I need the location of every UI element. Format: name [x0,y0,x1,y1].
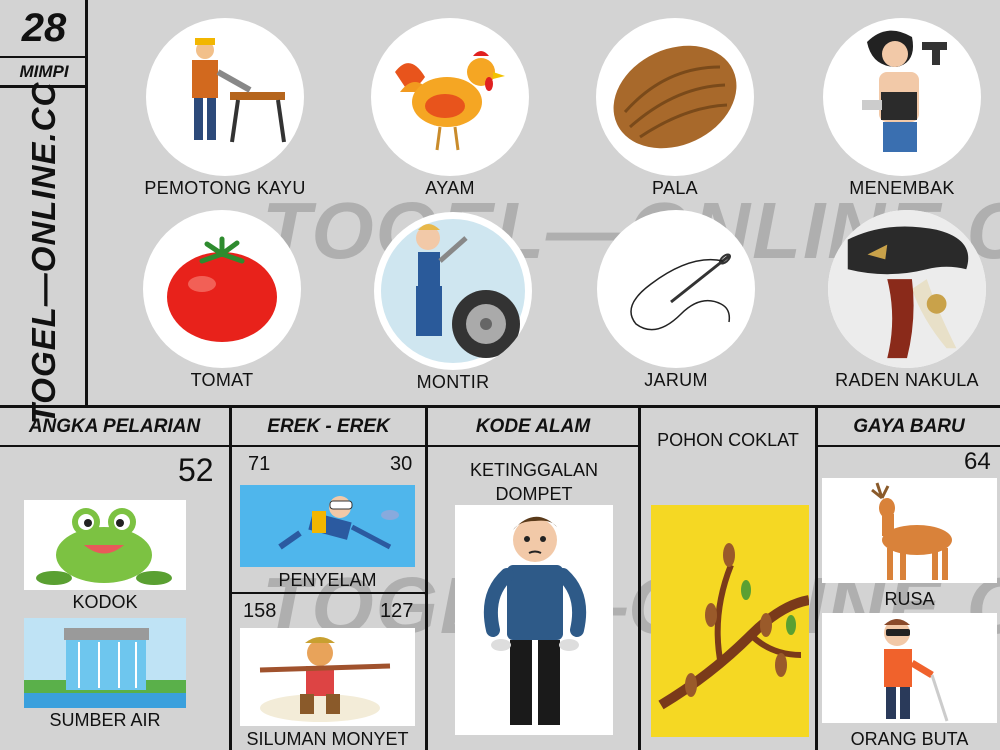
header-underline [232,445,425,447]
erek-erek-header: EREK - EREK [267,415,390,437]
divider-3 [638,408,641,750]
woodcutter-icon [146,18,304,176]
deer-icon [822,478,997,583]
header-underline [818,445,1000,447]
site-name-vertical: TOGEL—ONLINE.CC [25,81,62,425]
angka-pelarian-number: 52 [178,452,214,488]
dream-label: AYAM [425,178,475,198]
dream-item-menembak: MENEMBAK [792,18,1000,199]
empty-pockets-icon [455,505,613,735]
divider-2 [425,408,428,750]
dam-icon [24,618,186,708]
pohon-coklat-label: POHON COKLAT [657,430,799,450]
header-underline [0,445,229,447]
frog-icon [24,500,186,590]
dream-item-raden-nakula: RADEN NAKULA [797,210,1000,391]
erek-row-divider [232,592,425,594]
dream-label: PALA [652,178,698,198]
dream-label: TOMAT [190,370,254,390]
erek-left-number-2: 158 [243,600,277,622]
divider-4 [815,408,818,750]
dream-label: RADEN NAKULA [835,370,979,390]
dream-label: MENEMBAK [849,178,955,198]
header-underline [428,445,638,447]
dream-item-pala: PALA [565,18,785,199]
blind-man-icon [822,613,997,723]
orang-buta-label: ORANG BUTA [850,729,969,749]
monkey-king-icon [240,628,415,726]
dream-item-montir: MONTIR [343,212,563,393]
mechanic-icon [374,212,532,370]
nutmeg-icon [596,18,754,176]
needle-icon [597,210,755,368]
dream-label: JARUM [644,370,708,390]
rooster-icon [371,18,529,176]
dream-number: 28 [0,0,88,58]
kodok-label: KODOK [72,592,138,612]
rusa-label: RUSA [884,589,935,609]
cocoa-tree-icon [651,505,809,737]
sidebar: 28 MIMPI TOGEL—ONLINE.CC [0,0,88,424]
dream-item-jarum: JARUM [566,210,786,391]
kode-alam-label: KETINGGALAN DOMPET [469,460,599,504]
erek-left-number-1: 71 [248,453,271,475]
divider-1 [229,408,232,750]
angka-pelarian-header: ANGKA PELARIAN [28,415,201,437]
dream-item-tomat: TOMAT [112,210,332,391]
erek-right-number-2: 127 [380,600,414,622]
penyelam-label: PENYELAM [278,570,377,590]
shooter-icon [823,18,981,176]
gaya-baru-number: 64 [964,448,991,475]
dream-label: MONTIR [416,372,490,392]
dream-item-ayam: AYAM [340,18,560,199]
kode-alam-header: KODE ALAM [475,415,591,437]
dream-label: PEMOTONG KAYU [144,178,306,198]
gaya-baru-header: GAYA BARU [853,415,965,437]
diver-icon [240,485,415,567]
siluman-monyet-label: SILUMAN MONYET [246,729,409,749]
dream-item-pemotong-kayu: PEMOTONG KAYU [115,18,335,199]
tomato-icon [143,210,301,368]
erek-right-number-1: 30 [390,453,413,475]
wayang-icon [828,210,986,368]
sumber-air-label: SUMBER AIR [49,710,161,730]
